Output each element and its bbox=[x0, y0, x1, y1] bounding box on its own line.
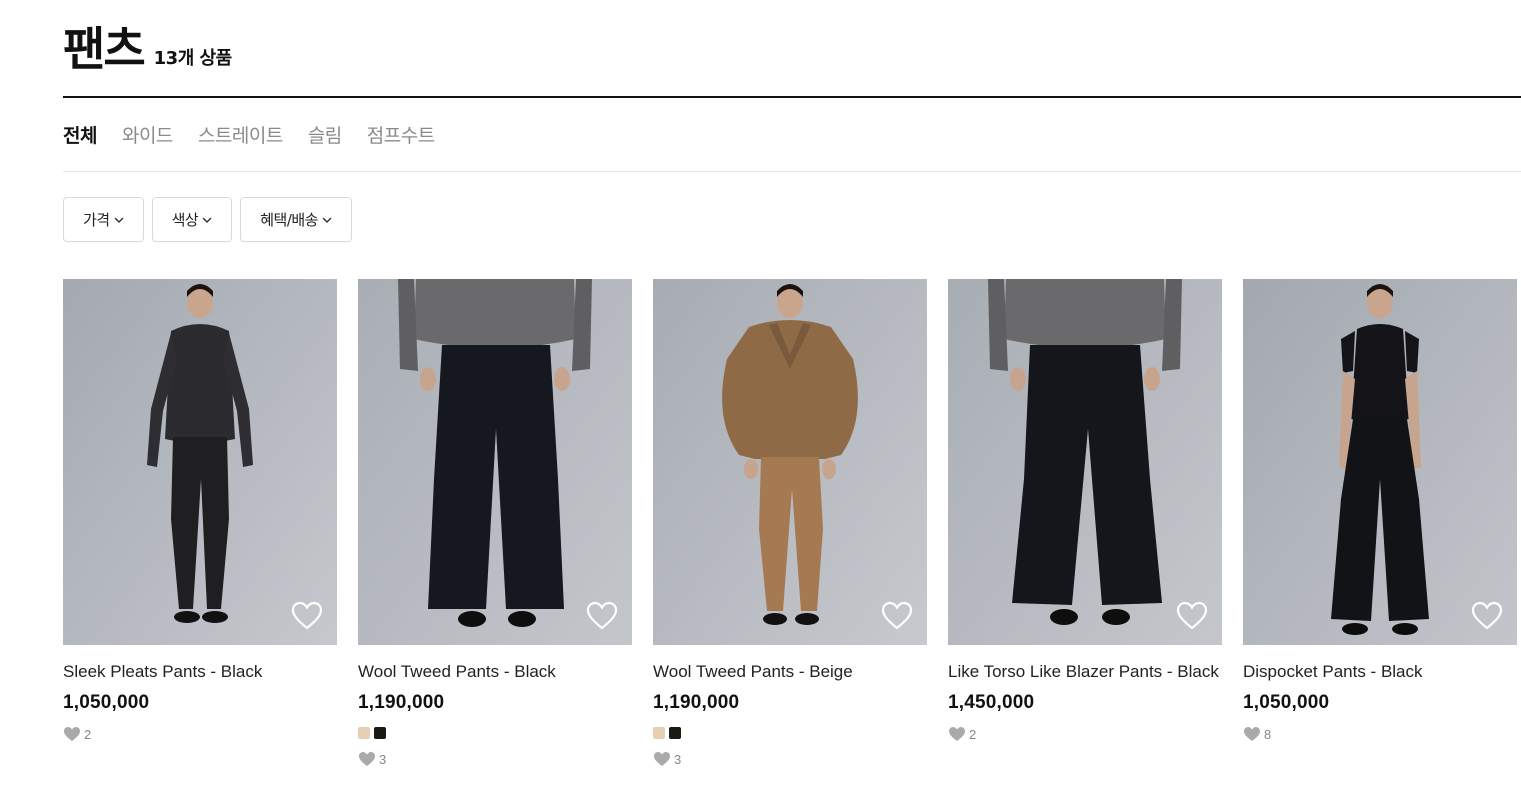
product-card[interactable]: Wool Tweed Pants - Beige 1,190,000 3 bbox=[653, 279, 927, 767]
product-price: 1,050,000 bbox=[1243, 692, 1330, 713]
product-grid: Sleek Pleats Pants - Black 1,050,000 2 W… bbox=[63, 279, 1517, 767]
tab-slim[interactable]: 슬림 bbox=[308, 122, 342, 150]
product-image[interactable] bbox=[358, 279, 632, 645]
heart-icon bbox=[64, 727, 80, 741]
product-price: 1,450,000 bbox=[948, 692, 1035, 713]
model-photo bbox=[948, 279, 1222, 645]
like-count-value: 8 bbox=[1264, 726, 1272, 742]
color-swatch-black[interactable] bbox=[669, 727, 681, 739]
like-count: 3 bbox=[358, 751, 632, 767]
like-count-value: 2 bbox=[969, 726, 977, 742]
like-count: 2 bbox=[948, 726, 1222, 742]
product-name[interactable]: Wool Tweed Pants - Beige bbox=[653, 659, 927, 684]
heart-icon bbox=[654, 752, 670, 766]
tab-straight[interactable]: 스트레이트 bbox=[198, 122, 283, 150]
product-image[interactable] bbox=[63, 279, 337, 645]
product-image[interactable] bbox=[653, 279, 927, 645]
like-count-value: 3 bbox=[674, 751, 682, 767]
product-name[interactable]: Like Torso Like Blazer Pants - Black bbox=[948, 659, 1222, 684]
color-swatches bbox=[653, 727, 927, 739]
chevron-down-icon bbox=[322, 217, 332, 223]
benefit-shipping-filter-label: 혜택/배송 bbox=[260, 211, 318, 229]
tab-all[interactable]: 전체 bbox=[63, 122, 97, 150]
model-photo bbox=[653, 279, 927, 645]
heart-outline-icon[interactable] bbox=[586, 601, 618, 631]
product-card[interactable]: Like Torso Like Blazer Pants - Black 1,4… bbox=[948, 279, 1222, 767]
tabs-divider bbox=[63, 171, 1521, 172]
heart-icon bbox=[949, 727, 965, 741]
like-count: 2 bbox=[63, 726, 337, 742]
product-card[interactable]: Dispocket Pants - Black 1,050,000 8 bbox=[1243, 279, 1517, 767]
model-photo bbox=[358, 279, 632, 645]
heart-icon bbox=[359, 752, 375, 766]
product-name[interactable]: Sleek Pleats Pants - Black bbox=[63, 659, 337, 684]
category-tabs: 전체 와이드 스트레이트 슬림 점프수트 bbox=[63, 122, 435, 150]
color-swatches bbox=[358, 727, 632, 739]
product-price: 1,190,000 bbox=[358, 692, 445, 713]
heart-outline-icon[interactable] bbox=[291, 601, 323, 631]
product-price: 1,190,000 bbox=[653, 692, 740, 713]
page-title: 팬츠 bbox=[63, 22, 146, 76]
heart-icon bbox=[1244, 727, 1260, 741]
color-swatch-beige[interactable] bbox=[358, 727, 370, 739]
like-count: 3 bbox=[653, 751, 927, 767]
like-count: 8 bbox=[1243, 726, 1517, 742]
product-name[interactable]: Dispocket Pants - Black bbox=[1243, 659, 1517, 684]
chevron-down-icon bbox=[114, 217, 124, 223]
product-count: 13개 상품 bbox=[153, 48, 233, 69]
filter-bar: 가격 색상 혜택/배송 bbox=[63, 197, 352, 242]
like-count-value: 2 bbox=[84, 726, 92, 742]
like-count-value: 3 bbox=[379, 751, 387, 767]
heart-outline-icon[interactable] bbox=[1176, 601, 1208, 631]
price-filter-button[interactable]: 가격 bbox=[63, 197, 144, 242]
product-name[interactable]: Wool Tweed Pants - Black bbox=[358, 659, 632, 684]
page-header: 팬츠 13개 상품 bbox=[63, 22, 232, 76]
color-swatch-beige[interactable] bbox=[653, 727, 665, 739]
product-image[interactable] bbox=[948, 279, 1222, 645]
model-photo bbox=[1243, 279, 1517, 645]
chevron-down-icon bbox=[202, 217, 212, 223]
price-filter-label: 가격 bbox=[83, 211, 110, 229]
color-filter-button[interactable]: 색상 bbox=[151, 197, 233, 242]
tab-wide[interactable]: 와이드 bbox=[122, 122, 173, 150]
tab-jumpsuit[interactable]: 점프수트 bbox=[367, 122, 435, 150]
color-swatch-black[interactable] bbox=[374, 727, 386, 739]
model-photo bbox=[63, 279, 337, 645]
benefit-shipping-filter-button[interactable]: 혜택/배송 bbox=[240, 197, 352, 242]
color-filter-label: 색상 bbox=[171, 211, 199, 229]
product-card[interactable]: Sleek Pleats Pants - Black 1,050,000 2 bbox=[63, 279, 337, 767]
heart-outline-icon[interactable] bbox=[1471, 601, 1503, 631]
product-image[interactable] bbox=[1243, 279, 1517, 645]
product-card[interactable]: Wool Tweed Pants - Black 1,190,000 3 bbox=[358, 279, 632, 767]
product-price: 1,050,000 bbox=[63, 692, 150, 713]
title-divider bbox=[63, 96, 1521, 98]
heart-outline-icon[interactable] bbox=[881, 601, 913, 631]
